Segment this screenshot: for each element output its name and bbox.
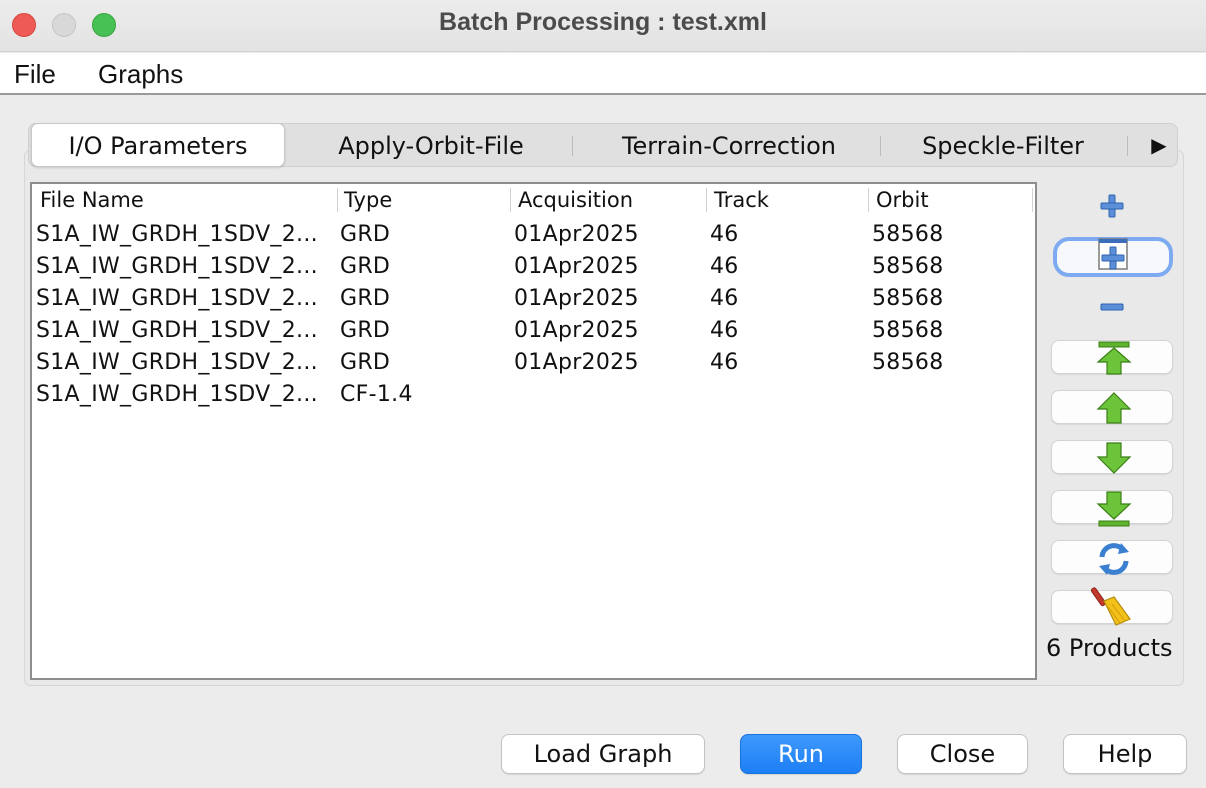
cell-track: 46	[710, 254, 739, 279]
add-opened-products-button[interactable]	[1053, 237, 1173, 277]
move-bottom-button[interactable]	[1051, 490, 1173, 527]
cell-file-name: S1A_IW_GRDH_1SDV_2...	[36, 318, 318, 343]
table-header: File Name Type Acquisition Track Orbit	[32, 184, 1035, 216]
product-count-label: 6 Products	[1046, 634, 1173, 662]
cell-acquisition: 01Apr2025	[514, 254, 639, 279]
cell-acquisition: 01Apr2025	[514, 350, 639, 375]
close-button[interactable]: Close	[897, 734, 1028, 774]
column-track[interactable]: Track	[714, 188, 769, 212]
arrow-up-icon	[1096, 392, 1132, 424]
tab-speckle-filter[interactable]: Speckle-Filter	[885, 124, 1121, 168]
cell-type: GRD	[340, 222, 391, 247]
cell-acquisition: 01Apr2025	[514, 318, 639, 343]
remove-product-button[interactable]	[1093, 292, 1133, 326]
minus-icon	[1100, 303, 1124, 311]
arrow-top-icon	[1096, 341, 1132, 375]
tab-separator	[572, 136, 573, 156]
column-divider	[706, 188, 707, 212]
help-button[interactable]: Help	[1063, 734, 1187, 774]
move-up-button[interactable]	[1051, 390, 1173, 424]
table-row[interactable]: S1A_IW_GRDH_1SDV_2... GRD 01Apr2025 46 5…	[32, 252, 1035, 284]
table-row[interactable]: S1A_IW_GRDH_1SDV_2... GRD 01Apr2025 46 5…	[32, 284, 1035, 316]
column-divider	[510, 188, 511, 212]
add-product-button[interactable]	[1093, 190, 1133, 228]
tab-separator	[1127, 136, 1128, 156]
table-row[interactable]: S1A_IW_GRDH_1SDV_2... GRD 01Apr2025 46 5…	[32, 316, 1035, 348]
cell-file-name: S1A_IW_GRDH_1SDV_2...	[36, 286, 318, 311]
cell-track: 46	[710, 286, 739, 311]
cell-orbit: 58568	[872, 254, 944, 279]
column-acquisition[interactable]: Acquisition	[518, 188, 633, 212]
column-divider	[1032, 188, 1033, 212]
cell-file-name: S1A_IW_GRDH_1SDV_2...	[36, 222, 318, 247]
tab-scroll-right-icon[interactable]: ▶	[1145, 130, 1173, 160]
column-divider	[337, 188, 338, 212]
move-top-button[interactable]	[1051, 340, 1173, 375]
cell-track: 46	[710, 222, 739, 247]
table-row[interactable]: S1A_IW_GRDH_1SDV_2... GRD 01Apr2025 46 5…	[32, 348, 1035, 380]
cell-file-name: S1A_IW_GRDH_1SDV_2...	[36, 382, 318, 407]
cell-orbit: 58568	[872, 318, 944, 343]
tab-apply-orbit-file[interactable]: Apply-Orbit-File	[289, 124, 573, 168]
refresh-button[interactable]	[1051, 540, 1173, 575]
menu-file[interactable]: File	[14, 59, 56, 90]
cell-type: GRD	[340, 318, 391, 343]
table-row[interactable]: S1A_IW_GRDH_1SDV_2... CF-1.4	[32, 380, 1035, 412]
cell-file-name: S1A_IW_GRDH_1SDV_2...	[36, 254, 318, 279]
clear-button[interactable]	[1051, 587, 1173, 626]
cell-orbit: 58568	[872, 350, 944, 375]
move-down-button[interactable]	[1051, 440, 1173, 474]
run-button[interactable]: Run	[740, 734, 862, 774]
tab-terrain-correction[interactable]: Terrain-Correction	[579, 124, 879, 168]
cell-file-name: S1A_IW_GRDH_1SDV_2...	[36, 350, 318, 375]
product-table[interactable]: File Name Type Acquisition Track Orbit S…	[30, 182, 1037, 680]
cell-type: CF-1.4	[340, 382, 413, 407]
arrow-down-icon	[1096, 442, 1132, 474]
cell-track: 46	[710, 350, 739, 375]
cell-type: GRD	[340, 350, 391, 375]
arrow-bottom-icon	[1096, 491, 1132, 527]
tab-strip: I/O Parameters Apply-Orbit-File Terrain-…	[28, 123, 1178, 167]
column-orbit[interactable]: Orbit	[876, 188, 929, 212]
tab-io-parameters[interactable]: I/O Parameters	[31, 123, 285, 167]
refresh-icon	[1099, 543, 1129, 575]
menu-bar: File Graphs	[0, 53, 1206, 95]
cell-type: GRD	[340, 286, 391, 311]
broom-icon	[1090, 587, 1131, 626]
window-title: Batch Processing : test.xml	[439, 8, 767, 36]
cell-orbit: 58568	[872, 222, 944, 247]
column-divider	[868, 188, 869, 212]
cell-orbit: 58568	[872, 286, 944, 311]
cell-track: 46	[710, 318, 739, 343]
plus-icon	[1100, 194, 1124, 218]
menu-graphs[interactable]: Graphs	[98, 59, 183, 90]
table-row[interactable]: S1A_IW_GRDH_1SDV_2... GRD 01Apr2025 46 5…	[32, 220, 1035, 252]
cell-type: GRD	[340, 254, 391, 279]
cell-acquisition: 01Apr2025	[514, 222, 639, 247]
column-file-name[interactable]: File Name	[40, 188, 144, 212]
load-graph-button[interactable]: Load Graph	[501, 734, 705, 774]
tab-separator	[880, 136, 881, 156]
title-bar: Batch Processing : test.xml	[0, 0, 1206, 52]
add-opened-icon	[1098, 238, 1128, 270]
cell-acquisition: 01Apr2025	[514, 286, 639, 311]
column-type[interactable]: Type	[344, 188, 392, 212]
